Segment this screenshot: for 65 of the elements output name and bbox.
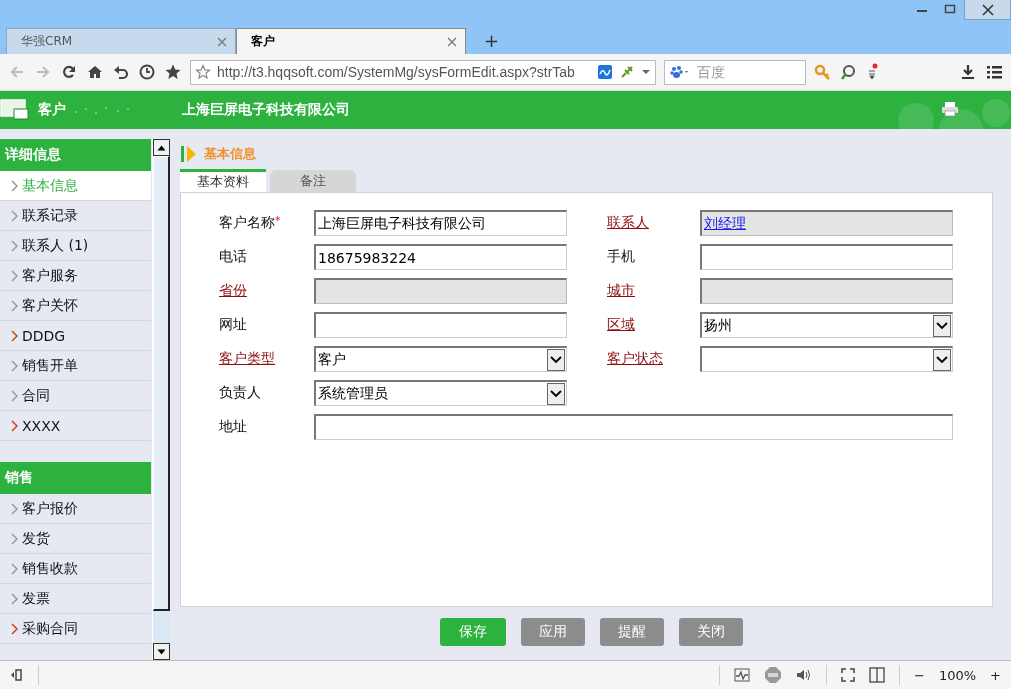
chevron-down-icon[interactable]: [550, 389, 562, 398]
printer-icon[interactable]: [941, 101, 959, 117]
maximize-icon[interactable]: [944, 4, 956, 14]
input-field[interactable]: [700, 244, 953, 270]
chevron-down-icon[interactable]: [936, 355, 948, 364]
adblock-icon[interactable]: [764, 666, 782, 684]
speaker-icon[interactable]: [796, 668, 812, 682]
chevron-down-icon[interactable]: [936, 321, 948, 330]
chevron-down-icon[interactable]: [550, 355, 562, 364]
undo-icon[interactable]: [112, 63, 130, 81]
form-tab[interactable]: 备注: [270, 170, 356, 192]
field-label: 手机: [607, 248, 636, 266]
input-field[interactable]: [314, 414, 953, 440]
up-arrow-icon[interactable]: [157, 144, 167, 151]
company-name: 上海巨屏电子科技有限公司: [182, 101, 350, 119]
download-icon[interactable]: [959, 63, 977, 81]
dropdown[interactable]: 系统管理员: [314, 380, 567, 406]
star-icon[interactable]: [164, 63, 182, 81]
input-field[interactable]: 18675983224: [314, 244, 567, 270]
star-outline-icon[interactable]: [195, 64, 211, 80]
section-header: 销售: [0, 462, 152, 494]
field-label: 地址: [219, 418, 248, 436]
field-label: 电话: [219, 248, 248, 266]
reload-icon[interactable]: [60, 63, 78, 81]
home-icon[interactable]: [86, 63, 104, 81]
close-icon[interactable]: [981, 3, 994, 16]
fullscreen-icon[interactable]: [841, 668, 855, 682]
zoom-in-button[interactable]: +: [990, 667, 1001, 683]
down-arrow-icon[interactable]: [157, 648, 167, 655]
section-title: 基本信息: [204, 145, 256, 163]
sidebar-toggle-icon[interactable]: [10, 668, 24, 682]
browser-tab[interactable]: 华强CRM: [6, 28, 236, 54]
scrollbar[interactable]: [152, 139, 170, 660]
window-icon: [0, 99, 30, 121]
address-bar[interactable]: http://t3.hqqsoft.com/SystemMg/sysFormEdit.aspx?strTab: [190, 59, 656, 85]
menu-icon[interactable]: [985, 63, 1003, 81]
form-tab[interactable]: 基本资料: [180, 169, 266, 192]
dropdown[interactable]: [700, 346, 953, 372]
clock-icon[interactable]: [138, 63, 156, 81]
dropdown[interactable]: 扬州: [700, 312, 953, 338]
magnifier-icon[interactable]: [840, 63, 858, 81]
close-icon[interactable]: [447, 36, 457, 47]
split-view-icon[interactable]: [869, 667, 885, 683]
zoom-out-button[interactable]: −: [914, 667, 925, 683]
field-label-link[interactable]: 客户类型: [219, 350, 314, 368]
dropdown[interactable]: 客户: [314, 346, 567, 372]
heartbeat-icon[interactable]: [734, 668, 750, 682]
field-label-link[interactable]: 客户状态: [607, 350, 700, 368]
field-label: 负责人: [219, 384, 262, 402]
input-field[interactable]: [314, 312, 567, 338]
flag-icon: [180, 145, 198, 163]
url-text: http://t3.hqqsoft.com/SystemMg/sysFormEdit.aspx?strTab: [217, 64, 576, 80]
field-label: 客户名称*: [219, 214, 282, 232]
new-tab-button[interactable]: +: [484, 30, 500, 51]
paw-icon[interactable]: [669, 64, 691, 80]
required-mark: *: [275, 214, 281, 227]
search-box[interactable]: 百度: [664, 59, 806, 85]
field-label-link[interactable]: 区域: [607, 316, 700, 334]
field-label: 网址: [219, 316, 248, 334]
extension-icon[interactable]: [597, 64, 613, 80]
input-field[interactable]: 上海巨屏电子科技有限公司: [314, 210, 567, 236]
module-title: 客户: [38, 101, 66, 119]
browser-tab[interactable]: 客户: [236, 28, 466, 54]
section-header: 详细信息: [0, 139, 152, 171]
zoom-level: 100%: [938, 667, 977, 683]
